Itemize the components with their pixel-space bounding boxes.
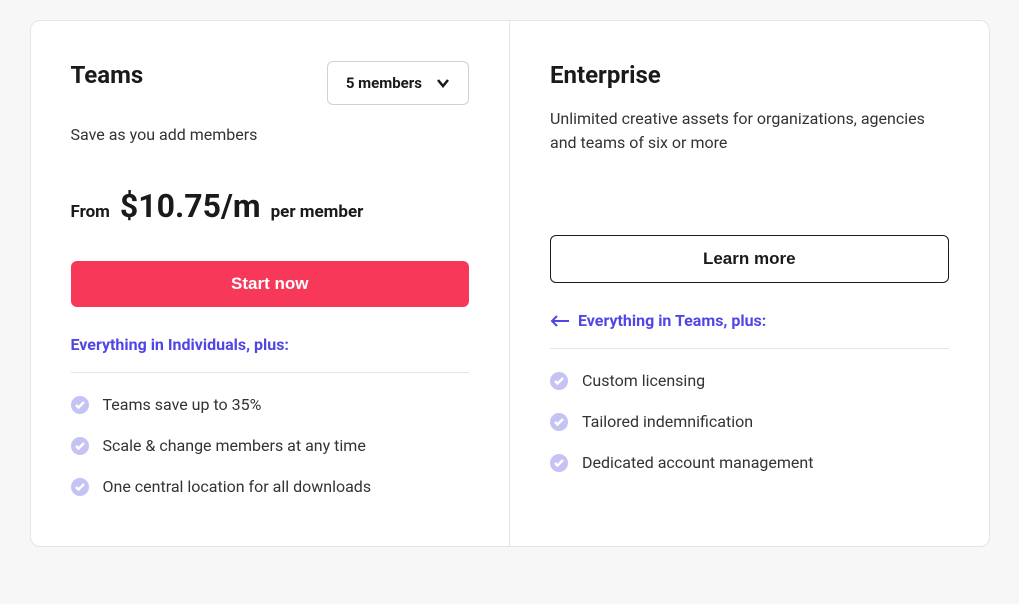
check-icon <box>550 413 568 431</box>
member-count-select[interactable]: 5 members <box>327 61 469 105</box>
plan-teams: Teams 5 members Save as you add members … <box>31 21 511 546</box>
start-now-button[interactable]: Start now <box>71 261 470 307</box>
enterprise-included-label: Everything in Teams, plus: <box>550 311 949 330</box>
member-count-label: 5 members <box>346 74 422 92</box>
learn-more-button[interactable]: Learn more <box>550 235 949 283</box>
teams-feature-list: Teams save up to 35% Scale & change memb… <box>71 395 470 496</box>
spacer <box>550 195 949 235</box>
price-prefix: From <box>71 202 110 222</box>
feature-text: Tailored indemnification <box>582 412 753 431</box>
arrow-left-icon <box>550 315 570 327</box>
teams-included-label: Everything in Individuals, plus: <box>71 335 470 354</box>
feature-item: Teams save up to 35% <box>71 395 470 414</box>
plan-teams-price: From $10.75/m per member <box>71 187 470 225</box>
price-amount: $10.75/m <box>120 187 261 225</box>
feature-item: Tailored indemnification <box>550 412 949 431</box>
enterprise-included-text: Everything in Teams, plus: <box>578 311 766 330</box>
divider <box>550 348 949 349</box>
teams-included-text: Everything in Individuals, plus: <box>71 335 289 354</box>
check-icon <box>71 437 89 455</box>
feature-item: One central location for all downloads <box>71 477 470 496</box>
plan-teams-subtitle: Save as you add members <box>71 123 470 147</box>
feature-text: Teams save up to 35% <box>103 395 262 414</box>
enterprise-feature-list: Custom licensing Tailored indemnificatio… <box>550 371 949 472</box>
feature-item: Custom licensing <box>550 371 949 390</box>
plan-enterprise-subtitle: Unlimited creative assets for organizati… <box>550 107 949 155</box>
price-suffix: per member <box>271 202 364 222</box>
feature-item: Scale & change members at any time <box>71 436 470 455</box>
feature-text: Scale & change members at any time <box>103 436 366 455</box>
feature-text: One central location for all downloads <box>103 477 372 496</box>
divider <box>71 372 470 373</box>
pricing-card: Teams 5 members Save as you add members … <box>30 20 990 547</box>
check-icon <box>550 454 568 472</box>
feature-text: Custom licensing <box>582 371 705 390</box>
check-icon <box>71 478 89 496</box>
check-icon <box>71 396 89 414</box>
plan-teams-header: Teams 5 members <box>71 61 470 105</box>
plan-enterprise-header: Enterprise <box>550 61 949 89</box>
feature-item: Dedicated account management <box>550 453 949 472</box>
plan-teams-title: Teams <box>71 61 144 89</box>
check-icon <box>550 372 568 390</box>
chevron-down-icon <box>436 76 450 90</box>
feature-text: Dedicated account management <box>582 453 813 472</box>
plan-enterprise: Enterprise Unlimited creative assets for… <box>510 21 989 546</box>
plan-enterprise-title: Enterprise <box>550 61 661 89</box>
